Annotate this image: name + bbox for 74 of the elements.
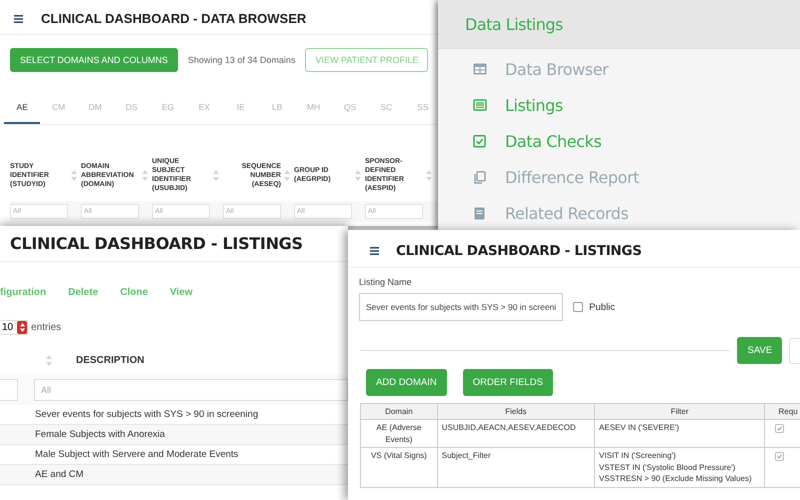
check-icon: [777, 454, 782, 460]
menu-item[interactable]: Related Records: [505, 204, 628, 222]
sort-icon[interactable]: [426, 170, 432, 181]
table-cell-text: VSSTRESN > 90 (Exclude Missing Values): [599, 473, 753, 485]
add-domain-button[interactable]: ADD DOMAIN: [366, 369, 447, 396]
column-header: Domain: [360, 404, 438, 420]
page-title: CLINICAL DASHBOARD - LISTINGS: [396, 243, 642, 259]
required-checkbox[interactable]: [775, 424, 784, 433]
table-cell: AE (Adverse Events): [360, 420, 438, 448]
sort-icon[interactable]: [284, 170, 290, 181]
domain-tab[interactable]: QS: [332, 94, 368, 124]
column-header: Requ: [764, 404, 800, 420]
table-cell: AE and CM: [0, 465, 348, 485]
table-cell-text: AESEV IN ('SEVERE'): [599, 422, 680, 434]
spinner-arrows-icon: [20, 323, 25, 332]
patient-profile-button[interactable]: VIEW PATIENT PROFILE: [305, 48, 428, 72]
page-title: CLINICAL DASHBOARD - DATA BROWSER: [41, 11, 306, 26]
column-header: Fields: [437, 404, 595, 420]
column-header: Filter: [594, 404, 765, 420]
table-cell-text: VISIT IN ('Screening'): [599, 450, 677, 462]
domain-tab[interactable]: SC: [368, 94, 405, 124]
action-link[interactable]: Clone: [120, 287, 148, 298]
sort-icon[interactable]: [46, 355, 52, 366]
entries-label: entries: [31, 322, 62, 333]
sort-icon[interactable]: [213, 170, 219, 181]
column-header: DESCRIPTION: [76, 355, 144, 366]
order-fields-button[interactable]: ORDER FIELDS: [462, 369, 553, 396]
domain-count-text: Showing 13 of 34 Domains: [188, 55, 296, 65]
button-edge[interactable]: [789, 338, 800, 364]
menu-item[interactable]: Data Checks: [505, 132, 602, 150]
domain-tab[interactable]: CM: [40, 94, 77, 124]
grid-icon: [473, 62, 487, 76]
table-cell: Subject_Filter: [437, 448, 595, 488]
menu-header: Data Listings: [465, 14, 563, 34]
menu-item[interactable]: Listings: [505, 96, 563, 114]
menu-icon[interactable]: [14, 14, 23, 22]
required-checkbox[interactable]: [775, 452, 784, 462]
action-link[interactable]: Delete: [68, 287, 98, 298]
table-cell: VS (Vital Signs): [360, 448, 438, 488]
checkbox-icon: [473, 134, 487, 148]
domain-tab[interactable]: MH: [295, 94, 332, 124]
checkbox-label: Public: [589, 302, 616, 312]
action-link[interactable]: figuration: [0, 287, 46, 298]
table-cell: Female Subjects with Anorexia: [0, 425, 348, 445]
domain-tab[interactable]: SS: [404, 94, 442, 124]
copy-icon: [473, 170, 487, 184]
list-icon: [473, 98, 487, 112]
domain-tab[interactable]: DS: [113, 94, 150, 124]
field-label: Listing Name: [359, 277, 413, 287]
check-icon: [777, 426, 782, 431]
sort-icon[interactable]: [71, 170, 77, 181]
select-domains-button[interactable]: SELECT DOMAINS AND COLUMNS: [10, 48, 178, 72]
domain-tab[interactable]: EG: [150, 94, 186, 124]
sort-icon[interactable]: [355, 170, 361, 181]
menu-icon[interactable]: [370, 247, 379, 255]
domain-tab[interactable]: DM: [76, 94, 114, 124]
menu-item[interactable]: Difference Report: [505, 168, 640, 186]
action-link[interactable]: View: [170, 287, 193, 298]
domain-tab[interactable]: LB: [258, 94, 296, 124]
table-cell-text: VSTEST IN ('Systolic Blood Pressure'): [599, 462, 736, 474]
domain-tab[interactable]: EX: [186, 94, 223, 124]
save-button[interactable]: SAVE: [737, 337, 782, 364]
book-icon: [473, 206, 487, 220]
public-checkbox[interactable]: [573, 302, 584, 312]
domain-tab[interactable]: IE: [222, 94, 259, 124]
filter-field[interactable]: [0, 379, 18, 401]
sort-icon[interactable]: [142, 170, 148, 181]
page-title: CLINICAL DASHBOARD - LISTINGS: [0, 226, 348, 262]
listing-name-field[interactable]: Sever events for subjects with SYS > 90 in screeni: [359, 293, 564, 321]
domain-tab[interactable]: AE: [4, 94, 40, 124]
table-cell: USUBJID,AEACN,AESEV,AEDECOD: [437, 420, 595, 448]
page-size-select[interactable]: 10: [0, 320, 28, 335]
filter-field[interactable]: All: [34, 379, 348, 401]
menu-item[interactable]: Data Browser: [505, 60, 608, 78]
